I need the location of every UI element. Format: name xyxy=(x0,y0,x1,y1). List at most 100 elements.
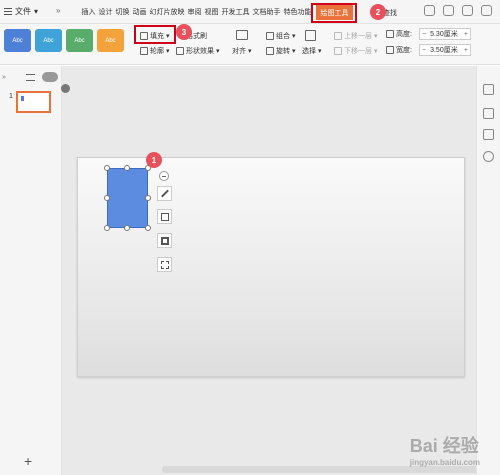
editing-canvas xyxy=(62,66,500,475)
watermark: Bai 经验 jingyan.baidu.com xyxy=(410,432,480,467)
select-button[interactable]: 选择 ▾ xyxy=(302,46,322,56)
plus-icon[interactable]: + xyxy=(464,31,468,38)
horizontal-scrollbar[interactable] xyxy=(162,466,500,473)
outline-icon xyxy=(140,47,148,55)
step-badge-2: 2 xyxy=(370,4,386,20)
tab-doc-assistant[interactable]: 文档助手 xyxy=(251,7,282,17)
tab-insert[interactable]: 插入 xyxy=(80,7,97,17)
more-options-icon[interactable] xyxy=(481,5,492,16)
width-value: 3.50厘米 xyxy=(430,47,458,54)
collapse-panel-icon[interactable]: » xyxy=(2,74,6,81)
down-layer-button[interactable]: 下移一层 ▾ xyxy=(334,46,378,56)
float-layout-button[interactable] xyxy=(157,257,172,272)
chevron-down-icon: ▾ xyxy=(292,33,296,40)
right-task-panel xyxy=(476,66,500,475)
tab-design[interactable]: 设计 xyxy=(97,7,114,17)
properties-icon[interactable] xyxy=(483,84,494,95)
height-icon xyxy=(386,30,394,38)
highlight-drawing-tab xyxy=(311,3,357,23)
shape-style-blue[interactable]: Abc xyxy=(4,29,31,52)
group-icon xyxy=(266,32,274,40)
width-icon xyxy=(386,46,394,54)
more-icon[interactable]: » xyxy=(56,6,60,15)
tab-review[interactable]: 审阅 xyxy=(186,7,203,17)
cloud-icon[interactable] xyxy=(424,5,435,16)
chevron-down-icon: ▾ xyxy=(374,33,378,40)
menu-icon xyxy=(4,8,12,15)
up-layer-button[interactable]: 上移一层 ▾ xyxy=(334,31,378,41)
height-label: 高度: xyxy=(396,31,412,38)
group-label: 组合 xyxy=(276,33,290,40)
rotate-handle-icon[interactable] xyxy=(61,84,70,93)
minus-icon[interactable]: − xyxy=(422,47,426,54)
highlight-fill-button xyxy=(134,25,176,44)
down-layer-icon xyxy=(334,47,342,55)
align-label: 对齐 xyxy=(232,48,246,55)
float-edit-button[interactable] xyxy=(157,186,172,201)
file-menu-label: 文件 xyxy=(15,7,31,16)
select-icon xyxy=(305,30,316,41)
thumbnail-view-icon[interactable] xyxy=(42,72,58,82)
chevron-down-icon: ▾ xyxy=(292,48,296,55)
chevron-down-icon: ▾ xyxy=(374,48,378,55)
tab-developer[interactable]: 开发工具 xyxy=(220,7,251,17)
outline-button[interactable]: 轮廓 ▾ xyxy=(140,46,170,56)
tab-slideshow[interactable]: 幻灯片放映 xyxy=(148,7,186,17)
tab-transition[interactable]: 切换 xyxy=(114,7,131,17)
float-outline-button[interactable] xyxy=(157,233,172,248)
shape-style-orange[interactable]: Abc xyxy=(97,29,124,52)
tab-animation[interactable]: 动画 xyxy=(131,7,148,17)
up-layer-icon xyxy=(334,32,342,40)
down-layer-label: 下移一层 xyxy=(344,48,372,55)
file-menu[interactable]: 文件 ▾ xyxy=(4,6,38,17)
ribbon: Abc Abc Abc Abc 填充 ▾ 格式刷 轮廓 ▾ 形状效果 ▾ 对齐 … xyxy=(0,24,500,65)
width-label-group: 宽度: xyxy=(386,45,412,55)
outline-view-icon[interactable] xyxy=(26,74,35,81)
watermark-sub: jingyan.baidu.com xyxy=(409,458,480,467)
share-icon[interactable] xyxy=(462,5,473,16)
add-slide-icon[interactable]: + xyxy=(24,453,32,469)
resize-handle[interactable] xyxy=(104,195,110,201)
menu-bar: 文件 ▾ » 插入 设计 切换 动画 幻灯片放映 审阅 视图 开发工具 文档助手… xyxy=(0,0,500,24)
shape-style-green[interactable]: Abc xyxy=(66,29,93,52)
chevron-down-icon: ▾ xyxy=(318,48,322,55)
align-button[interactable] xyxy=(236,30,248,40)
rotate-icon xyxy=(266,47,274,55)
height-label-group: 高度: xyxy=(386,29,412,39)
step-badge-1: 1 xyxy=(146,152,162,168)
tab-view[interactable]: 视图 xyxy=(203,7,220,17)
minus-icon[interactable]: − xyxy=(422,31,426,38)
select-label: 选择 xyxy=(302,48,316,55)
step-badge-3: 3 xyxy=(176,24,192,40)
help-icon[interactable] xyxy=(483,151,494,162)
collab-icon[interactable] xyxy=(443,5,454,16)
comment-icon[interactable] xyxy=(483,129,494,140)
tab-special[interactable]: 特色功能 xyxy=(282,7,313,17)
width-field[interactable]: − 3.50厘米 + xyxy=(419,44,471,56)
rotate-button[interactable]: 旋转 ▾ xyxy=(266,46,296,56)
selected-rectangle-shape[interactable] xyxy=(107,168,148,228)
resize-handle[interactable] xyxy=(145,195,151,201)
plus-icon[interactable]: + xyxy=(464,47,468,54)
shape-effect-button[interactable]: 形状效果 ▾ xyxy=(176,46,220,56)
animation-icon[interactable] xyxy=(483,108,494,119)
float-fill-button[interactable] xyxy=(157,209,172,224)
resize-handle[interactable] xyxy=(104,225,110,231)
resize-handle[interactable] xyxy=(104,165,110,171)
pencil-icon xyxy=(160,189,169,198)
select-icon-button[interactable] xyxy=(305,30,316,41)
rotate-label: 旋转 xyxy=(276,48,290,55)
slide-thumbnail-1[interactable] xyxy=(16,91,51,113)
collapse-toolbar-icon[interactable] xyxy=(159,171,169,181)
thumbnail-shape xyxy=(21,96,24,101)
height-value: 5.30厘米 xyxy=(430,31,458,38)
resize-handle[interactable] xyxy=(124,225,130,231)
align-label-button[interactable]: 对齐 ▾ xyxy=(232,46,252,56)
chevron-down-icon: ▾ xyxy=(248,48,252,55)
width-label: 宽度: xyxy=(396,47,412,54)
group-button[interactable]: 组合 ▾ xyxy=(266,31,296,41)
resize-handle[interactable] xyxy=(145,225,151,231)
height-field[interactable]: − 5.30厘米 + xyxy=(419,28,471,40)
resize-handle[interactable] xyxy=(124,165,130,171)
shape-style-cyan[interactable]: Abc xyxy=(35,29,62,52)
